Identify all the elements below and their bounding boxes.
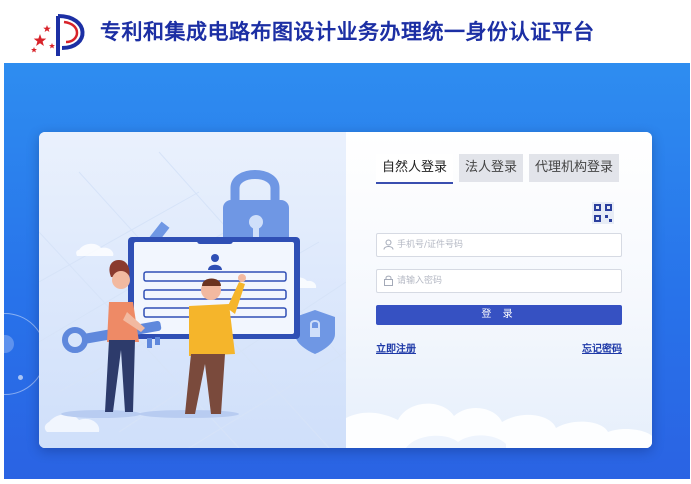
- site-title: 专利和集成电路布图设计业务办理统一身份认证平台: [100, 20, 595, 44]
- login-button[interactable]: 登 录: [376, 305, 622, 325]
- phone-input[interactable]: [397, 234, 615, 256]
- logo-icon: [31, 14, 85, 56]
- site-header: 专利和集成电路布图设计业务办理统一身份认证平台: [0, 0, 691, 63]
- lock-icon: [384, 275, 393, 286]
- login-card: 自然人登录 法人登录 代理机构登录 手机号/证件号码 登 录 立即注册 忘记密码: [39, 132, 652, 448]
- login-panel: 自然人登录 法人登录 代理机构登录 手机号/证件号码 登 录 立即注册 忘记密码: [346, 132, 652, 448]
- decor-dot: [18, 375, 23, 380]
- phone-field: [376, 233, 622, 257]
- password-field: [376, 269, 622, 293]
- cloud-decor: [346, 403, 652, 448]
- tab-corporate-login[interactable]: 法人登录: [459, 154, 524, 182]
- tab-personal-login[interactable]: 自然人登录: [376, 154, 454, 184]
- tab-agency-login[interactable]: 代理机构登录: [529, 154, 620, 182]
- password-input[interactable]: [397, 270, 615, 292]
- user-icon: [383, 239, 394, 250]
- register-link[interactable]: 立即注册: [376, 340, 416, 355]
- security-illustration: [39, 132, 346, 448]
- login-tabs: 自然人登录 法人登录 代理机构登录: [376, 154, 625, 184]
- qr-code-icon[interactable]: [592, 202, 614, 224]
- forgot-password-link[interactable]: 忘记密码: [582, 340, 622, 355]
